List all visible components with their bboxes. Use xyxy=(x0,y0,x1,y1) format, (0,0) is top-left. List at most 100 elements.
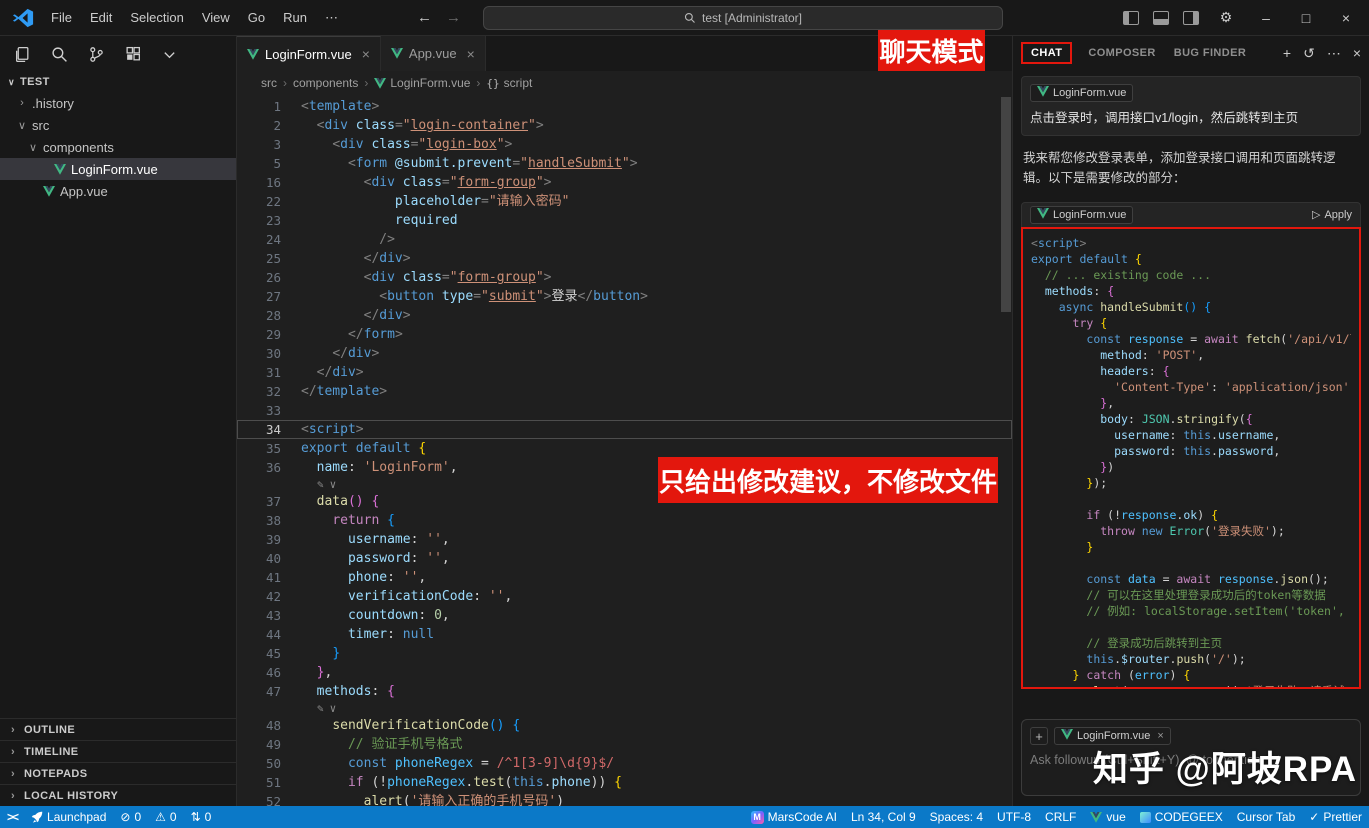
command-center-search[interactable]: test [Administrator] xyxy=(483,6,1003,30)
code-line-44[interactable]: 44 timer: null xyxy=(237,625,1012,644)
code-line-45[interactable]: 45 } xyxy=(237,644,1012,663)
minimize-button[interactable]: – xyxy=(1253,10,1279,26)
status-warnings[interactable]: ⚠0 xyxy=(148,806,183,828)
code-line-38[interactable]: 38 return { xyxy=(237,511,1012,530)
code-line-33[interactable]: 33 xyxy=(237,401,1012,420)
layout-sidebar-icon[interactable] xyxy=(1123,11,1139,25)
code-line-46[interactable]: 46 }, xyxy=(237,663,1012,682)
code-file-chip[interactable]: LoginForm.vue xyxy=(1030,206,1133,224)
menu-run[interactable]: Run xyxy=(274,6,316,29)
status-cursor-tab[interactable]: Cursor Tab xyxy=(1230,806,1302,828)
code-line-34[interactable]: 34<script> xyxy=(237,420,1012,439)
chevron-down-icon[interactable]: ∨ xyxy=(330,702,337,715)
scrollbar-thumb[interactable] xyxy=(1001,97,1011,312)
code-line-29[interactable]: 29 </form> xyxy=(237,325,1012,344)
explorer-section-header[interactable]: ∨ TEST xyxy=(0,72,236,92)
status-launchpad[interactable]: Launchpad xyxy=(24,806,113,828)
code-line-47[interactable]: 47 methods: { xyxy=(237,682,1012,701)
tab-loginform.vue[interactable]: LoginForm.vue× xyxy=(237,36,381,71)
tree-item-loginform.vue[interactable]: LoginForm.vue xyxy=(0,158,236,180)
tree-item-app.vue[interactable]: App.vue xyxy=(0,180,236,202)
chat-tab-bug-finder[interactable]: BUG FINDER xyxy=(1172,43,1248,63)
code-line-28[interactable]: 28 </div> xyxy=(237,306,1012,325)
more-actions-icon[interactable]: ⋯ xyxy=(1327,45,1341,62)
tree-item-src[interactable]: ∨src xyxy=(0,114,236,136)
status-errors[interactable]: ⊘0 xyxy=(113,806,148,828)
code-line-52[interactable]: 52 alert('请输入正确的手机号码') xyxy=(237,792,1012,806)
code-line-25[interactable]: 25 </div> xyxy=(237,249,1012,268)
nav-back-icon[interactable]: ← xyxy=(417,9,432,26)
close-tab-icon[interactable]: × xyxy=(362,46,370,62)
code-line-40[interactable]: 40 password: '', xyxy=(237,549,1012,568)
code-line-2[interactable]: 2 <div class="login-container"> xyxy=(237,116,1012,135)
status-indentation[interactable]: Spaces: 4 xyxy=(923,806,990,828)
context-file-chip[interactable]: LoginForm.vue xyxy=(1030,84,1133,102)
tree-item-components[interactable]: ∨components xyxy=(0,136,236,158)
sidebar-section-notepads[interactable]: ›NOTEPADS xyxy=(0,762,236,784)
code-line-1[interactable]: 1<template> xyxy=(237,97,1012,116)
extensions-icon[interactable] xyxy=(125,46,142,63)
code-line-39[interactable]: 39 username: '', xyxy=(237,530,1012,549)
gear-icon[interactable]: ⚙ xyxy=(1213,9,1239,26)
source-control-icon[interactable] xyxy=(88,46,105,63)
code-line-48[interactable]: 48 sendVerificationCode() { xyxy=(237,716,1012,735)
code-line-16[interactable]: 16 <div class="form-group"> xyxy=(237,173,1012,192)
menu-file[interactable]: File xyxy=(42,6,81,29)
history-icon[interactable]: ↺ xyxy=(1303,45,1315,62)
code-line-32[interactable]: 32</template> xyxy=(237,382,1012,401)
status-remote-host[interactable]: >< xyxy=(0,806,24,828)
pencil-icon[interactable]: ✎ xyxy=(317,702,324,715)
code-line-26[interactable]: 26 <div class="form-group"> xyxy=(237,268,1012,287)
sidebar-section-local-history[interactable]: ›LOCAL HISTORY xyxy=(0,784,236,806)
code-line-24[interactable]: 24 /> xyxy=(237,230,1012,249)
status-encoding[interactable]: UTF-8 xyxy=(990,806,1038,828)
code-line-27[interactable]: 27 <button type="submit">登录</button> xyxy=(237,287,1012,306)
status-language-mode[interactable]: vue xyxy=(1083,806,1132,828)
pencil-icon[interactable]: ✎ xyxy=(317,478,324,491)
chat-thread[interactable]: LoginForm.vue 点击登录时，调用接口v1/login，然后跳转到主页… xyxy=(1013,70,1369,713)
menu-view[interactable]: View xyxy=(193,6,239,29)
explorer-files-icon[interactable] xyxy=(14,46,31,63)
status-codegeex[interactable]: CODEGEEX xyxy=(1133,806,1230,828)
close-window-button[interactable]: × xyxy=(1333,10,1359,26)
breadcrumb-loginform.vue[interactable]: LoginForm.vue xyxy=(374,76,470,90)
code-line-41[interactable]: 41 phone: '', xyxy=(237,568,1012,587)
code-line-30[interactable]: 30 </div> xyxy=(237,344,1012,363)
breadcrumb-script[interactable]: {}script xyxy=(486,76,532,90)
nav-forward-icon[interactable]: → xyxy=(446,9,461,26)
chat-tab-chat[interactable]: CHAT xyxy=(1021,42,1072,64)
code-line-50[interactable]: 50 const phoneRegex = /^1[3-9]\d{9}$/ xyxy=(237,754,1012,773)
status-prettier[interactable]: ✓Prettier xyxy=(1302,806,1369,828)
new-chat-icon[interactable]: + xyxy=(1283,45,1291,62)
menu-go[interactable]: Go xyxy=(239,6,274,29)
code-line-23[interactable]: 23 required xyxy=(237,211,1012,230)
tree-item-.history[interactable]: ›.history xyxy=(0,92,236,114)
sidebar-section-timeline[interactable]: ›TIMELINE xyxy=(0,740,236,762)
menu-selection[interactable]: Selection xyxy=(121,6,192,29)
status-marscode-ai[interactable]: MMarsCode AI xyxy=(744,806,844,828)
sidebar-section-outline[interactable]: ›OUTLINE xyxy=(0,718,236,740)
add-context-button[interactable]: + xyxy=(1030,727,1048,745)
status-ports[interactable]: ⇅0 xyxy=(184,806,219,828)
search-icon[interactable] xyxy=(51,46,68,63)
input-context-chip[interactable]: LoginForm.vue × xyxy=(1054,727,1171,745)
code-line-3[interactable]: 3 <div class="login-box"> xyxy=(237,135,1012,154)
code-line-35[interactable]: 35export default { xyxy=(237,439,1012,458)
editor-scrollbar[interactable] xyxy=(999,95,1012,806)
followup-input-card[interactable]: + LoginForm.vue × xyxy=(1021,719,1361,796)
layout-panel-icon[interactable] xyxy=(1153,11,1169,25)
close-panel-icon[interactable]: × xyxy=(1353,45,1361,62)
menu-⋯[interactable]: ⋯ xyxy=(316,6,347,30)
code-editor[interactable]: 1<template>2 <div class="login-container… xyxy=(237,95,1012,806)
code-line-31[interactable]: 31 </div> xyxy=(237,363,1012,382)
tab-app.vue[interactable]: App.vue× xyxy=(381,36,486,71)
apply-button[interactable]: ▷ Apply xyxy=(1312,208,1352,221)
code-line-51[interactable]: 51 if (!phoneRegex.test(this.phone)) { xyxy=(237,773,1012,792)
code-line-42[interactable]: 42 verificationCode: '', xyxy=(237,587,1012,606)
chevron-down-icon[interactable] xyxy=(162,47,177,62)
remove-chip-icon[interactable]: × xyxy=(1157,730,1163,742)
code-line-43[interactable]: 43 countdown: 0, xyxy=(237,606,1012,625)
breadcrumb-src[interactable]: src xyxy=(261,76,277,90)
maximize-button[interactable]: □ xyxy=(1293,10,1319,26)
status-eol[interactable]: CRLF xyxy=(1038,806,1083,828)
